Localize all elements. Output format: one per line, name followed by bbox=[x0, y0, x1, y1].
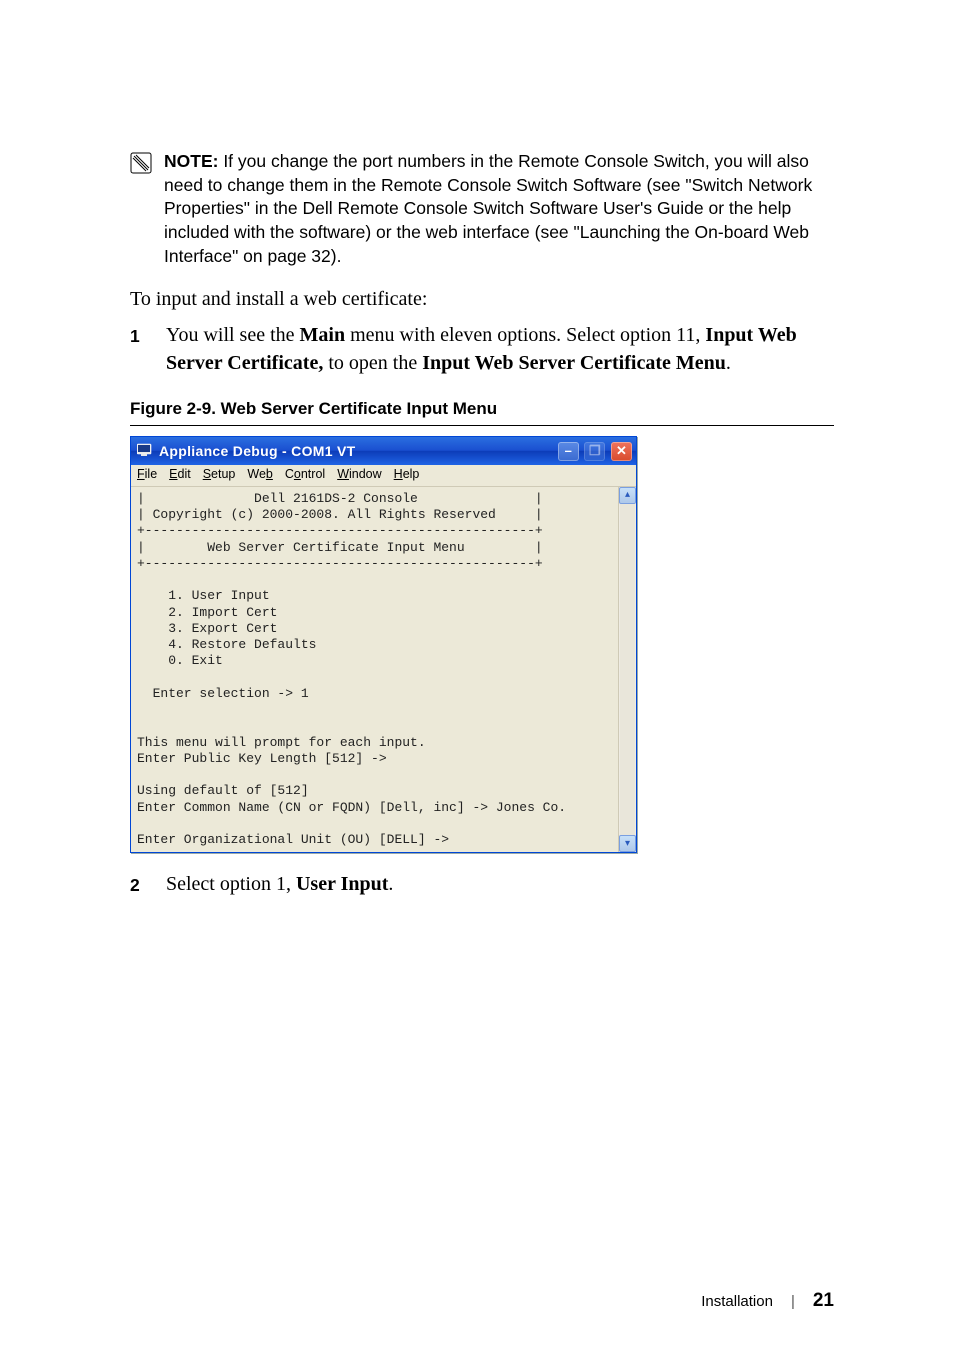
text-frag: menu with eleven options. Select option … bbox=[345, 324, 705, 346]
step-text: Select option 1, User Input. bbox=[166, 873, 393, 895]
document-page: NOTE: If you change the port numbers in … bbox=[0, 0, 954, 1352]
text-frag: to open the bbox=[323, 352, 422, 374]
text-frag: . bbox=[726, 352, 731, 374]
menu-web[interactable]: Web bbox=[247, 467, 272, 483]
text-frag: You will see the bbox=[166, 324, 300, 346]
step-number: 2 bbox=[130, 873, 140, 897]
intro-line: To input and install a web certificate: bbox=[130, 286, 834, 312]
scroll-down-icon[interactable]: ▾ bbox=[619, 835, 636, 852]
footer-section: Installation bbox=[701, 1293, 773, 1310]
step-text: You will see the Main menu with eleven o… bbox=[166, 324, 797, 374]
window-titlebar: Appliance Debug - COM1 VT – ❐ ✕ bbox=[131, 437, 636, 465]
menu-setup[interactable]: Setup bbox=[203, 467, 236, 483]
close-button[interactable]: ✕ bbox=[611, 442, 632, 461]
step-2: 2 Select option 1, User Input. bbox=[166, 871, 834, 899]
scrollbar[interactable]: ▴ ▾ bbox=[618, 487, 636, 853]
text-bold: Input Web Server Certificate Menu bbox=[422, 352, 726, 374]
screenshot-window: Appliance Debug - COM1 VT – ❐ ✕ File Edi… bbox=[130, 436, 637, 853]
scroll-track[interactable] bbox=[620, 504, 635, 836]
maximize-button[interactable]: ❐ bbox=[584, 442, 605, 461]
window-menubar: File Edit Setup Web Control Window Help bbox=[131, 465, 636, 487]
note-text: NOTE: If you change the port numbers in … bbox=[164, 150, 834, 268]
text-frag: . bbox=[388, 873, 393, 895]
text-frag: Select option 1, bbox=[166, 873, 296, 895]
note-block: NOTE: If you change the port numbers in … bbox=[130, 150, 834, 268]
figure-divider bbox=[130, 425, 834, 426]
menu-window[interactable]: Window bbox=[337, 467, 381, 483]
window-title: Appliance Debug - COM1 VT bbox=[159, 443, 356, 461]
menu-control[interactable]: Control bbox=[285, 467, 325, 483]
terminal-area: | Dell 2161DS-2 Console | | Copyright (c… bbox=[131, 487, 636, 853]
minimize-button[interactable]: – bbox=[558, 442, 579, 461]
step-1: 1 You will see the Main menu with eleven… bbox=[166, 322, 834, 377]
footer-page-number: 21 bbox=[813, 1290, 834, 1312]
figure-caption: Figure 2-9. Web Server Certificate Input… bbox=[130, 399, 834, 419]
app-icon bbox=[137, 442, 153, 460]
text-bold: Main bbox=[300, 324, 346, 346]
menu-help[interactable]: Help bbox=[394, 467, 420, 483]
menu-file[interactable]: File bbox=[137, 467, 157, 483]
note-body: If you change the port numbers in the Re… bbox=[164, 151, 812, 266]
menu-edit[interactable]: Edit bbox=[169, 467, 191, 483]
terminal-output: | Dell 2161DS-2 Console | | Copyright (c… bbox=[131, 487, 618, 853]
scroll-up-icon[interactable]: ▴ bbox=[619, 487, 636, 504]
note-icon bbox=[130, 152, 152, 179]
text-bold: User Input bbox=[296, 873, 388, 895]
footer-separator: | bbox=[791, 1293, 795, 1310]
page-footer: Installation | 21 bbox=[701, 1290, 834, 1312]
step-number: 1 bbox=[130, 324, 140, 348]
note-label: NOTE: bbox=[164, 151, 218, 171]
window-controls: – ❐ ✕ bbox=[556, 442, 632, 461]
titlebar-left: Appliance Debug - COM1 VT bbox=[137, 442, 356, 460]
